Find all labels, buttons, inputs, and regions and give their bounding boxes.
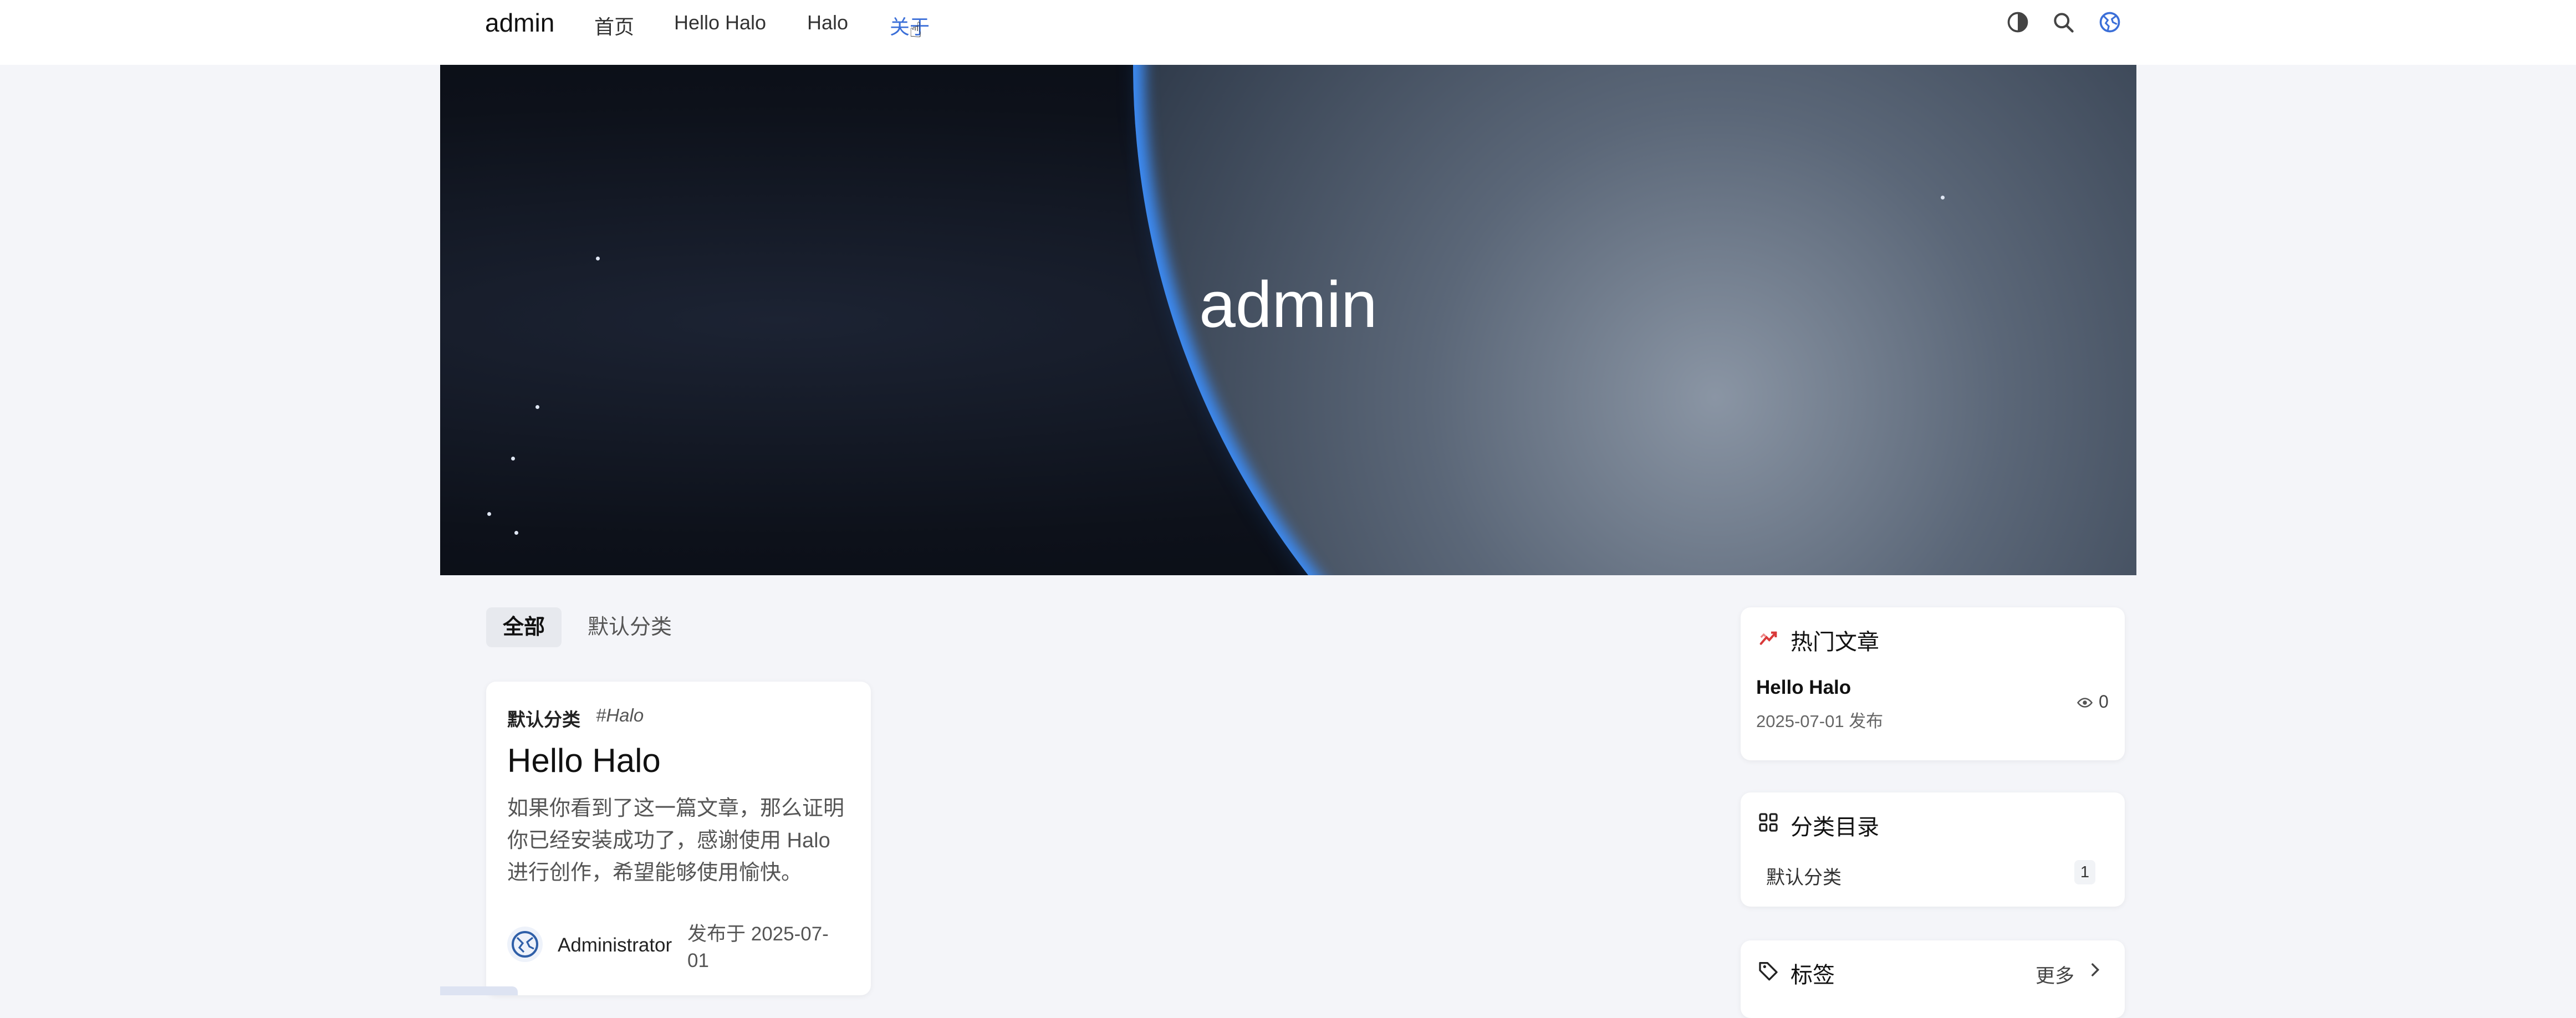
star bbox=[535, 405, 539, 409]
site-brand[interactable]: admin bbox=[485, 8, 554, 38]
tags-more-link[interactable]: 更多 bbox=[2036, 960, 2074, 989]
corner-badge bbox=[440, 986, 518, 995]
search-icon[interactable] bbox=[2051, 10, 2075, 34]
eye-icon bbox=[2077, 694, 2093, 711]
tab-default-category[interactable]: 默认分类 bbox=[571, 607, 688, 647]
nav-halo[interactable]: Halo bbox=[807, 11, 848, 34]
star bbox=[514, 531, 518, 535]
hero-title: admin bbox=[1199, 268, 1378, 341]
chevron-right-icon[interactable] bbox=[2085, 960, 2104, 979]
post-title[interactable]: Hello Halo bbox=[507, 741, 661, 780]
hot-post-views: 0 bbox=[2099, 692, 2109, 712]
theme-toggle-icon[interactable] bbox=[2006, 10, 2030, 34]
tags-title: 标签 bbox=[1791, 963, 1835, 988]
post-excerpt: 如果你看到了这一篇文章，那么证明你已经安装成功了，感谢使用 Halo 进行创作，… bbox=[507, 797, 845, 884]
hero-banner: admin bbox=[440, 65, 2136, 575]
star bbox=[1941, 196, 1945, 199]
globe-icon[interactable] bbox=[2098, 10, 2122, 34]
author-avatar bbox=[507, 927, 543, 962]
tab-all[interactable]: 全部 bbox=[486, 607, 562, 647]
top-navbar: admin 首页 Hello Halo Halo 关于 ☝ bbox=[0, 0, 2576, 65]
hot-posts-widget: 热门文章 Hello Halo 2025-07-01 发布 0 bbox=[1741, 607, 2125, 760]
categories-title: 分类目录 bbox=[1791, 815, 1879, 840]
star bbox=[511, 457, 515, 461]
nav-hello-halo[interactable]: Hello Halo bbox=[674, 11, 766, 34]
grid-icon bbox=[1757, 811, 1779, 833]
category-item-name[interactable]: 默认分类 bbox=[1766, 862, 1842, 889]
star bbox=[596, 257, 600, 260]
post-date: 发布于 2025-07-01 bbox=[687, 923, 829, 971]
hot-post-title[interactable]: Hello Halo bbox=[1756, 677, 1851, 699]
post-tag[interactable]: #Halo bbox=[596, 705, 644, 726]
nav-home[interactable]: 首页 bbox=[594, 11, 634, 40]
tags-widget: 标签 更多 bbox=[1741, 940, 2125, 1018]
mouse-pointer-icon: ☝ bbox=[909, 19, 922, 42]
star bbox=[487, 512, 491, 516]
trending-icon bbox=[1757, 626, 1779, 648]
hot-posts-title: 热门文章 bbox=[1791, 630, 1879, 654]
categories-widget: 分类目录 默认分类 1 bbox=[1741, 792, 2125, 907]
category-item-count: 1 bbox=[2074, 860, 2095, 884]
post-card[interactable]: 默认分类 #Halo Hello Halo 如果你看到了这一篇文章，那么证明你已… bbox=[486, 682, 871, 995]
tag-icon bbox=[1757, 959, 1779, 981]
hot-post-date: 2025-07-01 发布 bbox=[1756, 712, 1884, 731]
post-category[interactable]: 默认分类 bbox=[507, 705, 580, 731]
post-author: Administrator bbox=[558, 934, 672, 956]
